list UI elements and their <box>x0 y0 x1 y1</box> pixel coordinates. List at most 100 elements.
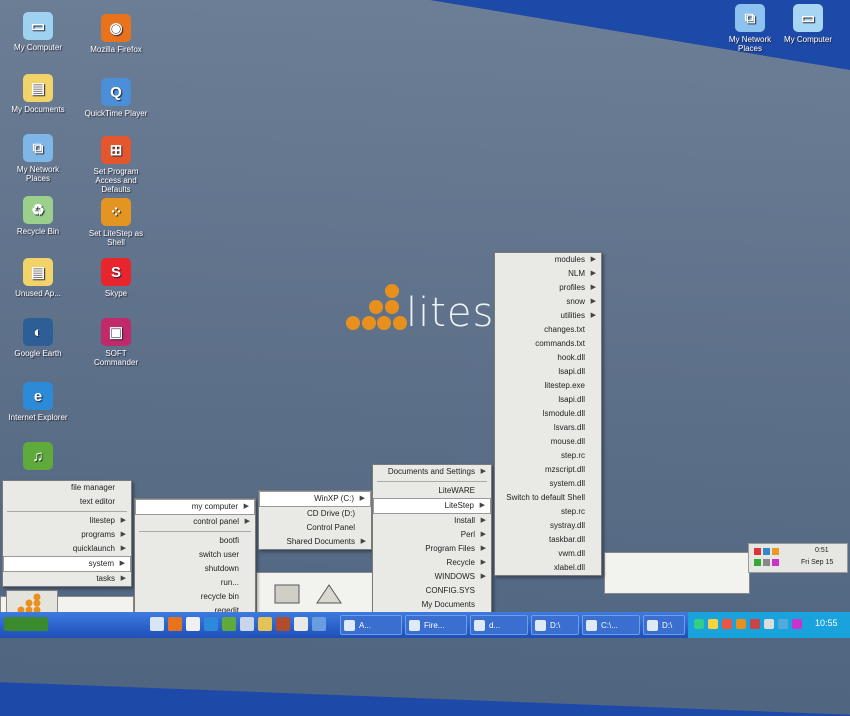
computer-menu-item[interactable]: Control Panel <box>259 521 371 535</box>
litestep-menu-item[interactable]: snow ▶ <box>495 295 601 309</box>
start-menu-button[interactable] <box>4 617 48 631</box>
tray-icon-8[interactable] <box>792 619 802 629</box>
main-menu-item[interactable]: system ▶ <box>3 556 131 572</box>
drive-menu-item[interactable]: WINDOWS ▶ <box>373 570 491 584</box>
litestep-menu-item[interactable]: lsapi.dll <box>495 393 601 407</box>
system-menu-item[interactable]: control panel ▶ <box>135 515 255 529</box>
drive-menu-item[interactable]: LiteStep ▶ <box>373 498 491 514</box>
quicklaunch-icon-1[interactable] <box>150 617 164 631</box>
tray-icon-4[interactable] <box>736 619 746 629</box>
litestep-menu-item[interactable]: utilities ▶ <box>495 309 601 323</box>
taskbar-button-6[interactable]: D:\ <box>643 615 685 635</box>
computer-menu-item[interactable]: Shared Documents ▶ <box>259 535 371 549</box>
litestep-menu-item[interactable]: step.rc <box>495 449 601 463</box>
desktop-icon-label: Set LiteStep as Shell <box>88 229 144 247</box>
main-menu-item[interactable]: programs ▶ <box>3 528 131 542</box>
desktop-icon-label: My Computer <box>13 43 62 52</box>
litestep-menu-item[interactable]: lsvars.dll <box>495 421 601 435</box>
litestep-menu-item[interactable]: Switch to default Shell <box>495 491 601 505</box>
desktop-icon[interactable]: S Skype <box>84 258 148 298</box>
quicklaunch-icon-10[interactable] <box>312 617 326 631</box>
tray-icon-7[interactable] <box>778 619 788 629</box>
desktop-icon[interactable]: ▤ My Documents <box>6 74 70 114</box>
drive-menu-item[interactable]: CONFIG.SYS <box>373 584 491 598</box>
litestep-menu-item[interactable]: systray.dll <box>495 519 601 533</box>
desktop-icon-computer-topright[interactable]: ▭ My Computer <box>776 4 840 44</box>
submenu-arrow-icon: ▶ <box>590 312 596 319</box>
litestep-menu-item[interactable]: lsapi.dll <box>495 365 601 379</box>
desktop-icon[interactable]: ▭ My Computer <box>6 12 70 52</box>
tray-icon-6[interactable] <box>764 619 774 629</box>
desktop-icon[interactable]: Q QuickTime Player <box>84 78 148 118</box>
submenu-arrow-icon: ▶ <box>243 503 249 510</box>
taskbar-button-5[interactable]: C:\... <box>582 615 640 635</box>
desktop-icon[interactable]: ◉ Mozilla Firefox <box>84 14 148 54</box>
main-menu-item[interactable]: file manager <box>3 481 131 495</box>
tray-icon-1[interactable] <box>694 619 704 629</box>
quicklaunch-icon-8[interactable] <box>276 617 290 631</box>
drive-menu-item[interactable]: Program Files ▶ <box>373 542 491 556</box>
quicklaunch-icon-3[interactable] <box>186 617 200 631</box>
folder-icon[interactable] <box>258 617 272 631</box>
litestep-menu-item[interactable]: step.rc <box>495 505 601 519</box>
winamp-icon[interactable] <box>222 617 236 631</box>
computer-menu-item[interactable]: WinXP (C:) ▶ <box>259 491 371 507</box>
main-menu-item[interactable]: litestep ▶ <box>3 514 131 528</box>
litestep-menu-item[interactable]: mouse.dll <box>495 435 601 449</box>
litestep-menu-item[interactable]: xlabel.dll <box>495 561 601 575</box>
computer-menu-item[interactable]: CD Drive (D:) <box>259 507 371 521</box>
litestep-menu-item[interactable]: taskbar.dll <box>495 533 601 547</box>
main-menu-item[interactable]: tasks ▶ <box>3 572 131 586</box>
desktop-icon[interactable]: ♫ <box>6 442 70 473</box>
quicklaunch-icon-6[interactable] <box>240 617 254 631</box>
system-menu-item[interactable]: run... <box>135 576 255 590</box>
desktop-icon[interactable]: ♻ Recycle Bin <box>6 196 70 236</box>
litestep-menu-item[interactable]: changes.txt <box>495 323 601 337</box>
tray-icon-2[interactable] <box>708 619 718 629</box>
system-menu-item[interactable]: recycle bin <box>135 590 255 604</box>
menu-separator <box>377 481 487 482</box>
taskbar-button-3[interactable]: d... <box>470 615 528 635</box>
drive-menu-item[interactable]: Perl ▶ <box>373 528 491 542</box>
drive-menu-item[interactable]: LiteWARE <box>373 484 491 498</box>
taskbar-button-1[interactable]: A... <box>340 615 402 635</box>
tray-icon-5[interactable] <box>750 619 760 629</box>
desktop-icon[interactable]: ⁘ Set LiteStep as Shell <box>84 198 148 247</box>
litestep-menu-item[interactable]: modules ▶ <box>495 253 601 267</box>
desktop-icon[interactable]: e Internet Explorer <box>6 382 70 422</box>
litestep-menu-item[interactable]: commands.txt <box>495 337 601 351</box>
desktop-icon[interactable]: ▣ SOFT Commander <box>84 318 148 367</box>
litestep-menu-item[interactable]: lsmodule.dll <box>495 407 601 421</box>
main-menu-item[interactable]: quicklaunch ▶ <box>3 542 131 556</box>
litestep-menu-item[interactable]: profiles ▶ <box>495 281 601 295</box>
main-menu-item[interactable]: text editor <box>3 495 131 509</box>
desktop-icon[interactable]: ▤ Unused Ap... <box>6 258 70 298</box>
system-menu-item[interactable]: my computer ▶ <box>135 499 255 515</box>
desktop-icon[interactable]: ⧉ My Network Places <box>6 134 70 183</box>
drive-menu-item[interactable]: Recycle ▶ <box>373 556 491 570</box>
litestep-menu-item[interactable]: NLM ▶ <box>495 267 601 281</box>
taskbar-button-2[interactable]: Fire... <box>405 615 467 635</box>
desktop-icon[interactable]: ◐ Google Earth <box>6 318 70 358</box>
taskbar-button-4[interactable]: D:\ <box>531 615 579 635</box>
drive-menu-item[interactable]: Install ▶ <box>373 514 491 528</box>
quicklaunch-icon-9[interactable] <box>294 617 308 631</box>
desktop-icon-label: My Network Places <box>16 165 60 183</box>
litestep-menu-item[interactable]: vwm.dll <box>495 547 601 561</box>
firefox-icon[interactable] <box>168 617 182 631</box>
desktop-icon[interactable]: ⊞ Set Program Access and Defaults <box>84 136 148 194</box>
litestep-menu-item[interactable]: litestep.exe <box>495 379 601 393</box>
tray-icon-3[interactable] <box>722 619 732 629</box>
system-menu-item[interactable]: bootfi <box>135 534 255 548</box>
desktop-icon-network-topright[interactable]: ⧉ My Network Places <box>718 4 782 53</box>
system-menu-item[interactable]: switch user <box>135 548 255 562</box>
desktop-icon-label: Set Program Access and Defaults <box>93 167 139 194</box>
litestep-menu-item[interactable]: system.dll <box>495 477 601 491</box>
drive-menu-item[interactable]: My Documents <box>373 598 491 612</box>
quicktime-icon: Q <box>101 78 131 106</box>
system-menu-item[interactable]: shutdown <box>135 562 255 576</box>
ie-icon[interactable] <box>204 617 218 631</box>
litestep-menu-item[interactable]: hook.dll <box>495 351 601 365</box>
litestep-menu-item[interactable]: mzscript.dll <box>495 463 601 477</box>
drive-menu-item[interactable]: Documents and Settings ▶ <box>373 465 491 479</box>
